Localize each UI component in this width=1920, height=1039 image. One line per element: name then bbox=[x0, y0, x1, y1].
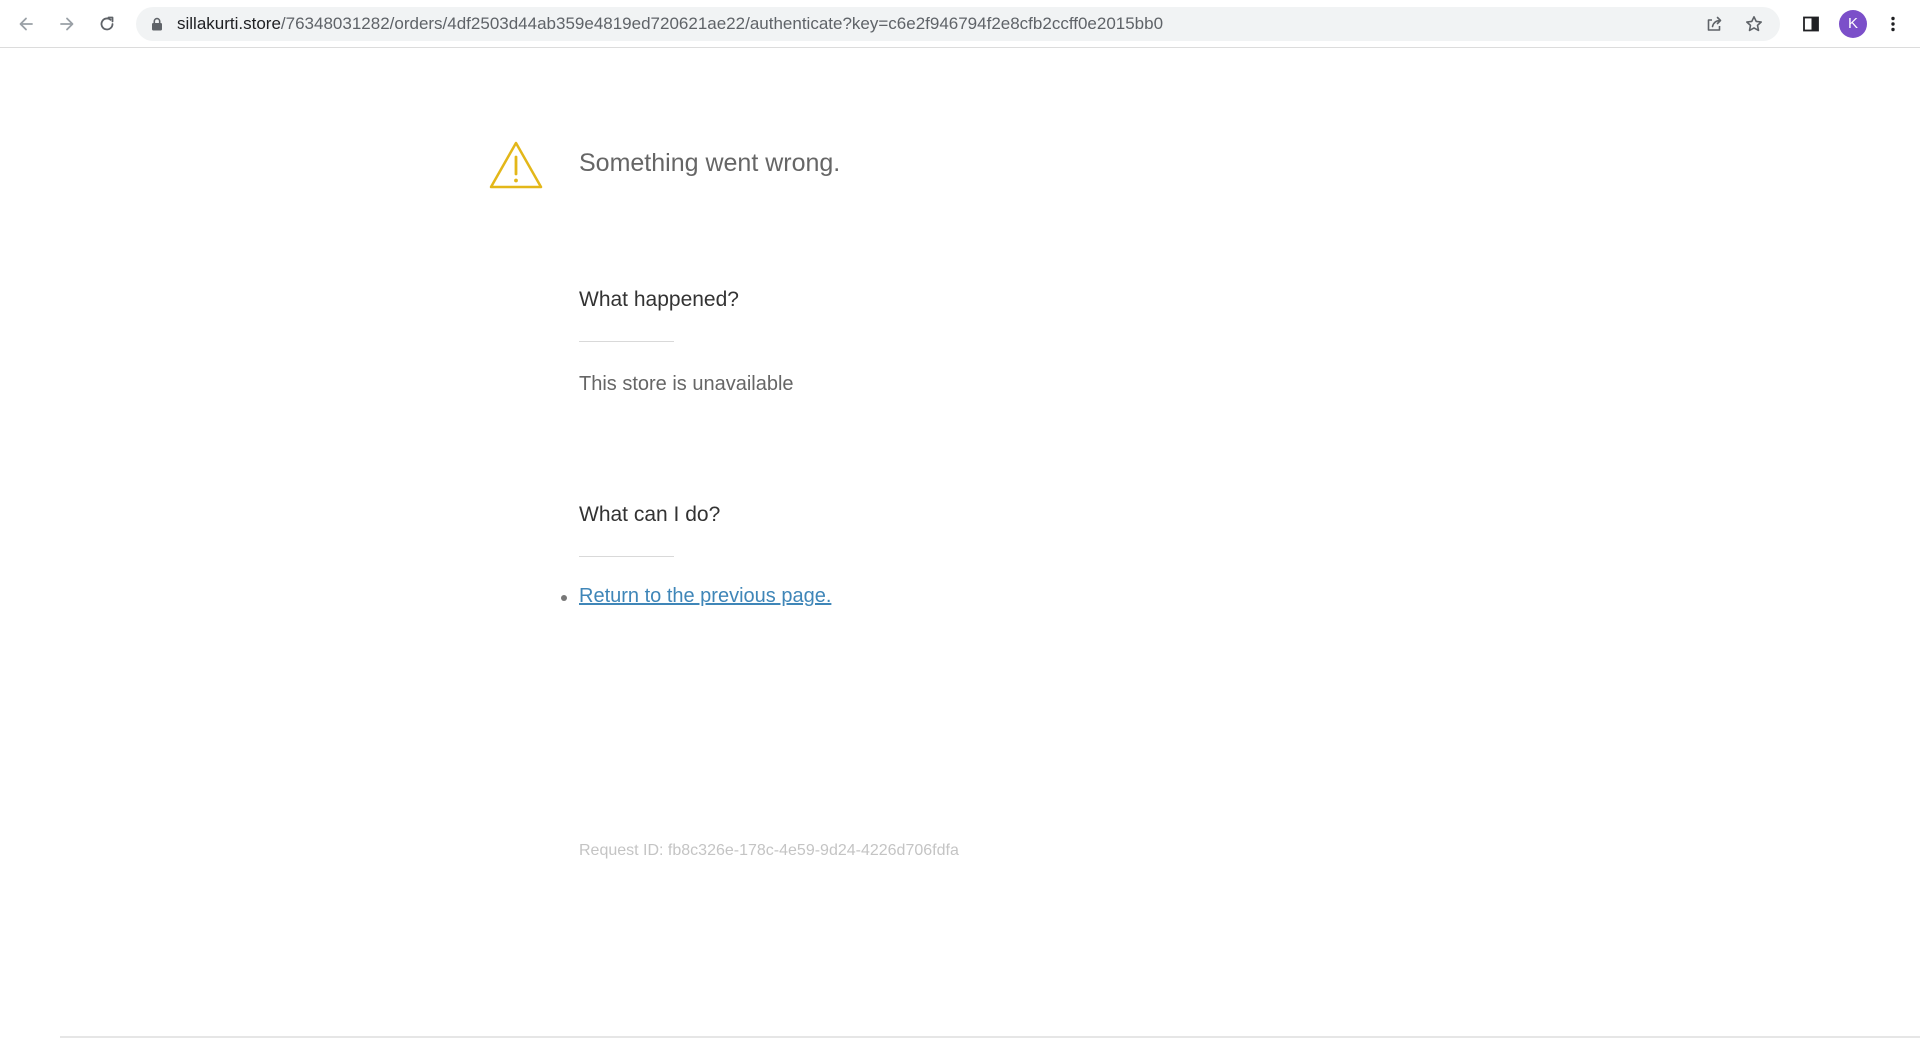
warning-icon bbox=[488, 140, 544, 190]
star-icon[interactable] bbox=[1744, 14, 1764, 34]
list-bullet bbox=[561, 595, 567, 601]
share-icon[interactable] bbox=[1704, 14, 1724, 34]
kebab-menu-icon[interactable] bbox=[1881, 12, 1905, 36]
error-page: Something went wrong. What happened? Thi… bbox=[0, 48, 1920, 1038]
profile-avatar[interactable]: K bbox=[1839, 10, 1867, 38]
page-title: Something went wrong. bbox=[579, 149, 841, 177]
url-text[interactable]: sillakurti.store/76348031282/orders/4df2… bbox=[177, 7, 1163, 41]
url-host: sillakurti.store bbox=[177, 14, 281, 33]
section-divider bbox=[579, 341, 674, 342]
error-message: This store is unavailable bbox=[579, 373, 794, 395]
what-happened-heading: What happened? bbox=[579, 288, 739, 311]
back-button[interactable] bbox=[12, 10, 40, 38]
request-id: Request ID: fb8c326e-178c-4e59-9d24-4226… bbox=[579, 842, 959, 859]
url-path: /76348031282/orders/4df2503d44ab359e4819… bbox=[280, 14, 1164, 33]
arrow-right-icon bbox=[57, 14, 77, 34]
action-list: Return to the previous page. bbox=[561, 585, 831, 608]
lock-icon[interactable] bbox=[150, 17, 164, 31]
list-item: Return to the previous page. bbox=[561, 585, 831, 608]
browser-toolbar: sillakurti.store/76348031282/orders/4df2… bbox=[0, 0, 1920, 48]
section-divider bbox=[579, 556, 674, 557]
what-can-i-do-heading: What can I do? bbox=[579, 503, 721, 526]
address-bar[interactable]: sillakurti.store/76348031282/orders/4df2… bbox=[136, 7, 1780, 41]
reload-button[interactable] bbox=[93, 10, 121, 38]
forward-button[interactable] bbox=[53, 10, 81, 38]
bottom-divider bbox=[60, 1036, 1920, 1038]
return-previous-page-link[interactable]: Return to the previous page. bbox=[579, 585, 831, 607]
side-panel-icon[interactable] bbox=[1799, 12, 1823, 36]
arrow-left-icon bbox=[16, 14, 36, 34]
reload-icon bbox=[97, 14, 117, 34]
